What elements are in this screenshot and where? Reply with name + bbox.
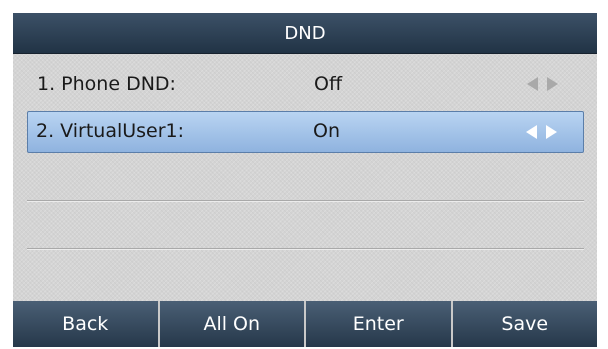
item-value: On	[313, 120, 340, 142]
screen-title: DND	[13, 13, 597, 54]
item-label: 1. Phone DND:	[37, 73, 176, 95]
item-label: 2. VirtualUser1:	[36, 120, 185, 142]
softkey-bar: Back All On Enter Save	[13, 301, 597, 347]
phone-screen: DND 1. Phone DND: Off 2. VirtualUser1: O…	[13, 13, 597, 347]
right-arrow-icon[interactable]	[547, 77, 558, 91]
back-softkey[interactable]: Back	[13, 301, 160, 347]
left-arrow-icon[interactable]	[526, 125, 537, 139]
empty-row-divider	[27, 248, 584, 250]
enter-softkey[interactable]: Enter	[306, 301, 453, 347]
right-arrow-icon[interactable]	[546, 125, 557, 139]
dnd-item-phone[interactable]: 1. Phone DND: Off	[27, 64, 584, 104]
all-on-softkey[interactable]: All On	[159, 301, 306, 347]
dnd-item-virtualuser1[interactable]: 2. VirtualUser1: On	[27, 111, 584, 153]
item-value: Off	[314, 73, 343, 95]
left-arrow-icon[interactable]	[527, 77, 538, 91]
save-softkey[interactable]: Save	[452, 301, 597, 347]
empty-row-divider	[27, 200, 584, 202]
